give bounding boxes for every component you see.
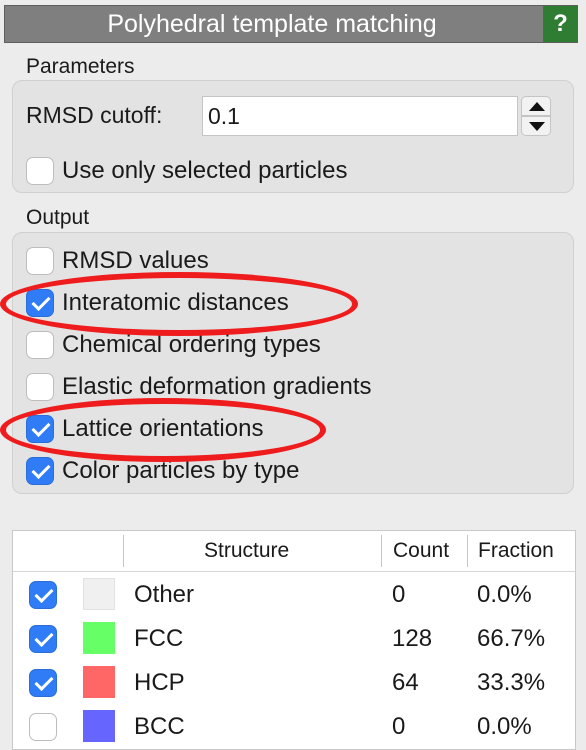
structure-name: FCC (134, 625, 184, 652)
rmsd-values-label: RMSD values (62, 247, 209, 274)
structure-fraction: 33.3% (477, 669, 546, 696)
structure-fraction: 0.0% (477, 713, 532, 740)
fraction-column-header[interactable]: Fraction (478, 531, 554, 571)
lattice-orientations-label: Lattice orientations (62, 415, 264, 442)
structure-count: 0 (392, 713, 406, 740)
structure-name: Other (134, 581, 195, 608)
window-title: Polyhedral template matching (107, 10, 437, 38)
structure-name: BCC (134, 713, 185, 740)
structure-color-swatch[interactable] (83, 710, 115, 742)
structure-color-swatch[interactable] (83, 666, 115, 698)
structure-fraction: 66.7% (477, 625, 546, 652)
structure-color-swatch[interactable] (83, 578, 115, 610)
triangle-down-icon (529, 122, 545, 131)
parameters-section-label: Parameters (26, 55, 135, 78)
rmsd-cutoff-label: RMSD cutoff: (26, 102, 163, 128)
table-row[interactable]: Other 0 0.0% (13, 573, 575, 617)
table-header: Structure Count Fraction (13, 531, 575, 572)
column-divider (467, 535, 468, 567)
chemical-ordering-types-checkbox[interactable] (26, 331, 54, 359)
lattice-orientations-checkbox[interactable] (26, 415, 54, 443)
rmsd-cutoff-input[interactable]: 0.1 (202, 96, 518, 136)
rmsd-values-checkbox[interactable] (26, 247, 54, 275)
triangle-up-icon (529, 102, 545, 111)
elastic-deformation-gradients-label: Elastic deformation gradients (62, 373, 372, 400)
title-bar: Polyhedral template matching ? (4, 5, 578, 43)
use-selected-particles-label: Use only selected particles (62, 157, 348, 184)
structure-fraction: 0.0% (477, 581, 532, 608)
structure-enabled-checkbox[interactable] (29, 581, 57, 609)
color-particles-by-type-checkbox[interactable] (26, 457, 54, 485)
rmsd-cutoff-spinner (521, 96, 551, 136)
count-column-header[interactable]: Count (393, 531, 449, 571)
table-row[interactable]: BCC 0 0.0% (13, 705, 575, 749)
structure-enabled-checkbox[interactable] (29, 669, 57, 697)
structure-name: HCP (134, 669, 185, 696)
structure-count: 0 (392, 581, 406, 608)
help-button[interactable]: ? (543, 6, 577, 42)
elastic-deformation-gradients-checkbox[interactable] (26, 373, 54, 401)
structure-count: 128 (392, 625, 433, 652)
chemical-ordering-types-label: Chemical ordering types (62, 331, 321, 358)
table-row[interactable]: HCP 64 33.3% (13, 661, 575, 705)
interatomic-distances-label: Interatomic distances (62, 289, 289, 316)
structure-table: Structure Count Fraction Other 0 0.0% FC… (12, 530, 576, 750)
column-divider (123, 535, 124, 567)
structure-enabled-checkbox[interactable] (29, 713, 57, 741)
interatomic-distances-checkbox[interactable] (26, 289, 54, 317)
spin-down-button[interactable] (521, 116, 551, 136)
spin-up-button[interactable] (521, 96, 551, 116)
structure-column-header[interactable]: Structure (204, 531, 289, 571)
column-divider (381, 535, 382, 567)
output-section-label: Output (26, 206, 90, 229)
structure-count: 64 (392, 669, 419, 696)
structure-color-swatch[interactable] (83, 622, 115, 654)
table-row[interactable]: FCC 128 66.7% (13, 617, 575, 661)
use-selected-particles-checkbox[interactable] (26, 157, 54, 185)
color-particles-by-type-label: Color particles by type (62, 457, 300, 484)
structure-enabled-checkbox[interactable] (29, 625, 57, 653)
